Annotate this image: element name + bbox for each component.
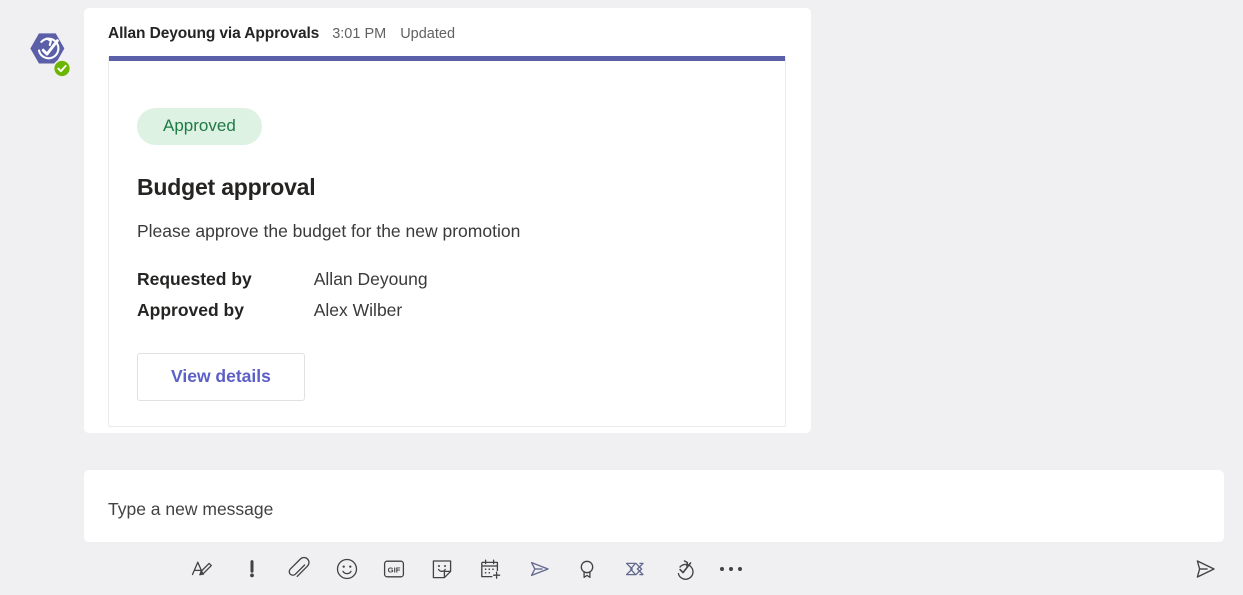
card-title: Budget approval [137,174,316,200]
approvals-icon [677,560,694,580]
teams-chat-screen: Allan Deyoung via Approvals 3:01 PM Upda… [0,0,1243,595]
fact-row: Approved by Alex Wilber [137,297,428,328]
fact-key: Requested by [137,269,252,289]
message-edit-state: Updated [400,26,456,42]
format-icon [191,561,212,576]
power-automate-icon [625,562,644,576]
avatar[interactable] [19,25,73,79]
stream-icon [530,561,549,577]
sticker-button[interactable] [425,552,459,586]
card-fact-set: Requested by Allan Deyoung Approved by A… [137,266,428,328]
stream-button[interactable] [522,552,556,586]
importance-icon [250,560,254,578]
fact-row: Requested by Allan Deyoung [137,266,428,297]
message-bubble: Allan Deyoung via Approvals 3:01 PM Upda… [84,8,811,433]
composer-placeholder: Type a new message [108,499,274,519]
view-details-button[interactable]: View details [137,353,305,401]
svg-text:GIF: GIF [388,566,401,575]
fact-value: Allan Deyoung [313,269,428,289]
fact-key: Approved by [137,300,244,321]
more-options-icon [719,566,743,572]
attach-icon [288,556,310,578]
giphy-button[interactable]: GIF [377,552,411,586]
power-automate-button[interactable] [618,552,652,586]
send-icon [1196,560,1215,578]
message-timestamp: 3:01 PM [332,26,387,42]
more-options-button[interactable] [714,552,748,586]
approvals-app-avatar-icon [30,33,72,78]
card-accent-bar [109,56,785,61]
format-button[interactable] [185,552,219,586]
meeting-icon [481,559,501,579]
attach-button[interactable] [282,552,316,586]
card-description: Please approve the budget for the new pr… [137,221,521,241]
send-button[interactable] [1188,552,1222,586]
status-badge: Approved [137,108,262,145]
emoji-button[interactable] [330,552,364,586]
fact-value: Alex Wilber [313,300,403,321]
sender-name: Allan Deyoung via Approvals [108,25,320,42]
message-composer[interactable]: Type a new message [84,470,1224,542]
gif-icon: GIF [383,560,405,578]
emoji-icon [336,558,358,580]
approvals-button[interactable] [666,552,700,586]
praise-button[interactable] [570,552,604,586]
schedule-meeting-button[interactable] [474,552,508,586]
message-header: Allan Deyoung via Approvals 3:01 PM Upda… [108,25,455,43]
card-body: Approved Budget approval Please approve … [137,108,765,401]
importance-button[interactable] [235,552,269,586]
approval-card: Approved Budget approval Please approve … [108,56,786,427]
praise-icon [580,560,594,579]
composer-toolbar: GIF [84,548,1224,590]
sticker-icon [432,560,452,579]
